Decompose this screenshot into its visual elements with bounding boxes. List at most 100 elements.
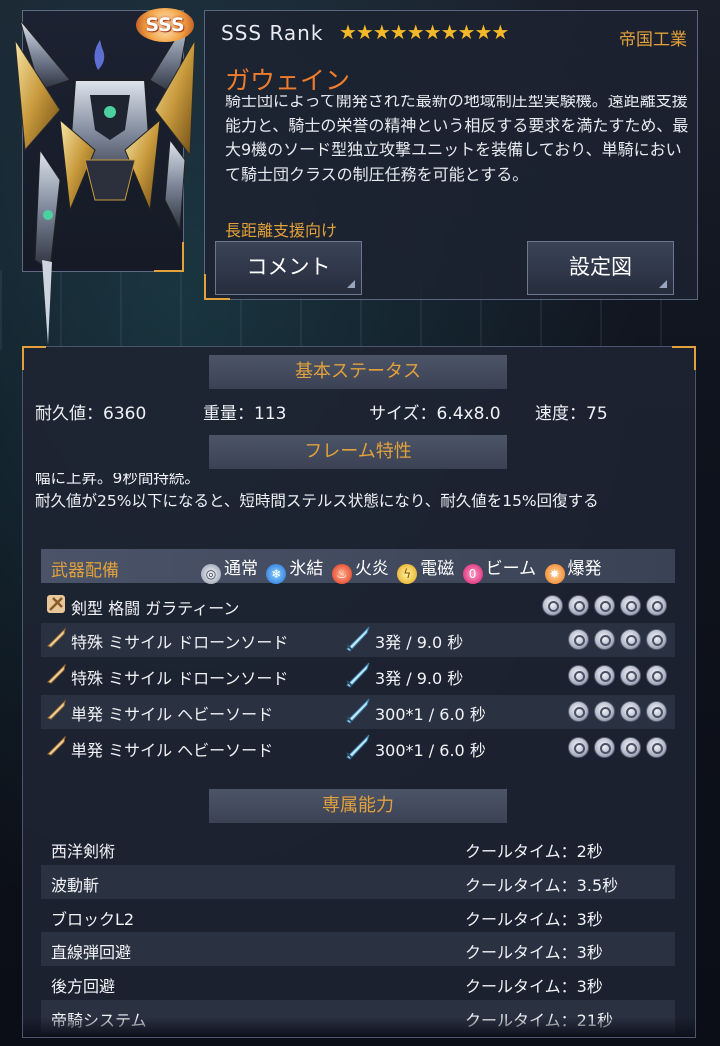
corner-decoration xyxy=(672,346,696,370)
weapon-row[interactable]: 特殊 ミサイル ドローンソード 3発 / 9.0 秒 xyxy=(41,623,675,657)
frame-trait-line: 耐久値が25%以下になると、短時間ステルス状態になり、耐久値を15%回復する xyxy=(35,492,599,510)
upgrade-slots xyxy=(563,629,667,654)
electromagnetic-damage-icon: ϟ xyxy=(397,564,418,584)
weapon-name: 特殊 ミサイル ドローンソード xyxy=(71,669,289,688)
ability-cooldown: クールタイム：2秒 xyxy=(465,842,603,861)
upgrade-slot-icon xyxy=(646,737,667,758)
weapon-row[interactable]: 単発 ミサイル ヘビーソード 300*1 / 6.0 秒 xyxy=(41,731,675,765)
ability-cooldown: クールタイム：3秒 xyxy=(465,977,603,996)
weapon-row[interactable]: 剣型 格闘 ガラティーン xyxy=(41,589,675,623)
legend-fire: 火炎 xyxy=(354,559,389,579)
upgrade-slot-icon xyxy=(620,665,641,686)
unit-description-text: 騎士団によって開発された最新の地域制圧型実験機。遠距離支援能力と、騎士の栄誉の精… xyxy=(225,95,689,184)
weapon-stat: 300*1 / 6.0 秒 xyxy=(375,705,486,724)
upgrade-slot-icon xyxy=(646,701,667,722)
ability-row[interactable]: ブロックL2 クールタイム：3秒 xyxy=(41,899,675,933)
mecha-portrait-image xyxy=(14,14,196,345)
fire-damage-icon: ♨ xyxy=(331,564,352,584)
ability-row[interactable]: 直線弾回避 クールタイム：3秒 xyxy=(41,932,675,966)
upgrade-slot-icon xyxy=(568,665,589,686)
upgrade-slots xyxy=(537,595,667,620)
unit-info-panel: SSS Rank ★★★★★★★★★★ 帝国工業 ガウェイン 騎士団によって開発… xyxy=(204,10,698,300)
blueprint-button[interactable]: 設定図 xyxy=(527,241,674,295)
size-stat: サイズ：6.4x8.0 xyxy=(369,404,501,424)
upgrade-slot-icon xyxy=(568,701,589,722)
heavy-sword-icon xyxy=(346,734,370,760)
rank-label: SSS Rank xyxy=(221,21,324,45)
unit-description[interactable]: 騎士団によって開発された最新の地域制圧型実験機。遠距離支援能力と、騎士の栄誉の精… xyxy=(225,95,691,207)
upgrade-slot-icon xyxy=(646,629,667,650)
upgrade-slot-icon xyxy=(620,629,641,650)
upgrade-slots xyxy=(563,701,667,726)
upgrade-slot-icon xyxy=(620,595,641,616)
ability-cooldown: クールタイム：3秒 xyxy=(465,910,603,929)
ability-name: 直線弾回避 xyxy=(51,943,132,962)
legend-elec: 電磁 xyxy=(420,559,455,579)
missile-weapon-icon xyxy=(47,735,66,756)
rank-badge: SSS xyxy=(136,8,194,42)
ability-cooldown: クールタイム：3秒 xyxy=(465,943,603,962)
damage-type-legend: ◎ 通常 ❄ 氷結 ♨ 火炎 ϟ 電磁 0 ビーム ✸ 爆発 xyxy=(201,554,605,584)
weapon-header-title: 武器配備 xyxy=(51,561,119,581)
legend-normal: 通常 xyxy=(224,559,258,579)
ability-name: 後方回避 xyxy=(51,977,116,996)
heavy-sword-icon xyxy=(346,698,370,724)
missile-weapon-icon xyxy=(47,627,66,648)
legend-beam: ビーム xyxy=(485,559,537,579)
unit-name: ガウェイン xyxy=(225,66,351,95)
weapon-name: 特殊 ミサイル ドローンソード xyxy=(71,633,289,652)
frame-trait-line: 幅に上昇。9秒間持続。 xyxy=(35,473,200,487)
normal-damage-icon: ◎ xyxy=(201,564,221,584)
frame-trait-header: フレーム特性 xyxy=(209,435,507,469)
weapon-row[interactable]: 特殊 ミサイル ドローンソード 3発 / 9.0 秒 xyxy=(41,659,675,693)
sword-drone-icon xyxy=(346,626,370,652)
exclusive-ability-header: 専属能力 xyxy=(209,789,507,823)
weapon-name: 単発 ミサイル ヘビーソード xyxy=(71,741,274,760)
comment-button[interactable]: コメント xyxy=(215,241,362,295)
ability-cooldown: クールタイム：3.5秒 xyxy=(465,876,619,895)
basic-status-header: 基本ステータス xyxy=(209,355,507,389)
durability-stat: 耐久値：6360 xyxy=(35,404,147,424)
corner-decoration xyxy=(22,346,46,370)
ability-row[interactable]: 波動斬 クールタイム：3.5秒 xyxy=(41,865,675,899)
upgrade-slot-icon xyxy=(542,595,563,616)
speed-stat: 速度：75 xyxy=(535,404,608,424)
beam-damage-icon: 0 xyxy=(462,564,483,584)
upgrade-slots xyxy=(563,737,667,762)
legend-burst: 爆発 xyxy=(567,559,602,579)
ability-row[interactable]: 後方回避 クールタイム：3秒 xyxy=(41,966,675,1000)
unit-detail-panel[interactable]: 基本ステータス 耐久値：6360 重量：113 サイズ：6.4x8.0 速度：7… xyxy=(22,346,696,1038)
ability-name: 西洋剣術 xyxy=(51,842,116,861)
upgrade-slot-icon xyxy=(620,701,641,722)
melee-weapon-icon xyxy=(47,595,65,613)
scroll-fade xyxy=(23,1017,695,1037)
upgrade-slot-icon xyxy=(568,595,589,616)
weapon-name: 単発 ミサイル ヘビーソード xyxy=(71,705,274,724)
weapon-name: 剣型 格闘 ガラティーン xyxy=(71,599,240,618)
upgrade-slot-icon xyxy=(620,737,641,758)
freeze-damage-icon: ❄ xyxy=(266,564,287,584)
ability-row[interactable]: 西洋剣術 クールタイム：2秒 xyxy=(41,831,675,865)
ability-name: ブロックL2 xyxy=(51,910,135,929)
ability-name: 波動斬 xyxy=(51,876,100,895)
upgrade-slots xyxy=(563,665,667,690)
explosion-damage-icon: ✸ xyxy=(544,564,565,584)
weapon-stat: 3発 / 9.0 秒 xyxy=(375,633,464,652)
weapon-stat: 3発 / 9.0 秒 xyxy=(375,669,464,688)
weapon-stat: 300*1 / 6.0 秒 xyxy=(375,741,486,760)
weight-stat: 重量：113 xyxy=(203,404,287,424)
legend-freeze: 氷結 xyxy=(289,559,324,579)
upgrade-slot-icon xyxy=(646,595,667,616)
upgrade-slot-icon xyxy=(568,737,589,758)
weapon-row[interactable]: 単発 ミサイル ヘビーソード 300*1 / 6.0 秒 xyxy=(41,695,675,729)
missile-weapon-icon xyxy=(47,699,66,720)
upgrade-slot-icon xyxy=(594,595,615,616)
upgrade-slot-icon xyxy=(594,665,615,686)
upgrade-slot-icon xyxy=(646,665,667,686)
upgrade-slot-icon xyxy=(594,737,615,758)
sword-drone-icon xyxy=(346,662,370,688)
role-tag: 長距離支援向け xyxy=(225,221,338,240)
frame-trait-text[interactable]: 幅に上昇。9秒間持続。 耐久値が25%以下になると、短時間ステルス状態になり、耐… xyxy=(35,473,695,535)
upgrade-slot-icon xyxy=(594,701,615,722)
weapon-header: 武器配備 ◎ 通常 ❄ 氷結 ♨ 火炎 ϟ 電磁 0 ビーム ✸ 爆発 xyxy=(41,549,675,584)
